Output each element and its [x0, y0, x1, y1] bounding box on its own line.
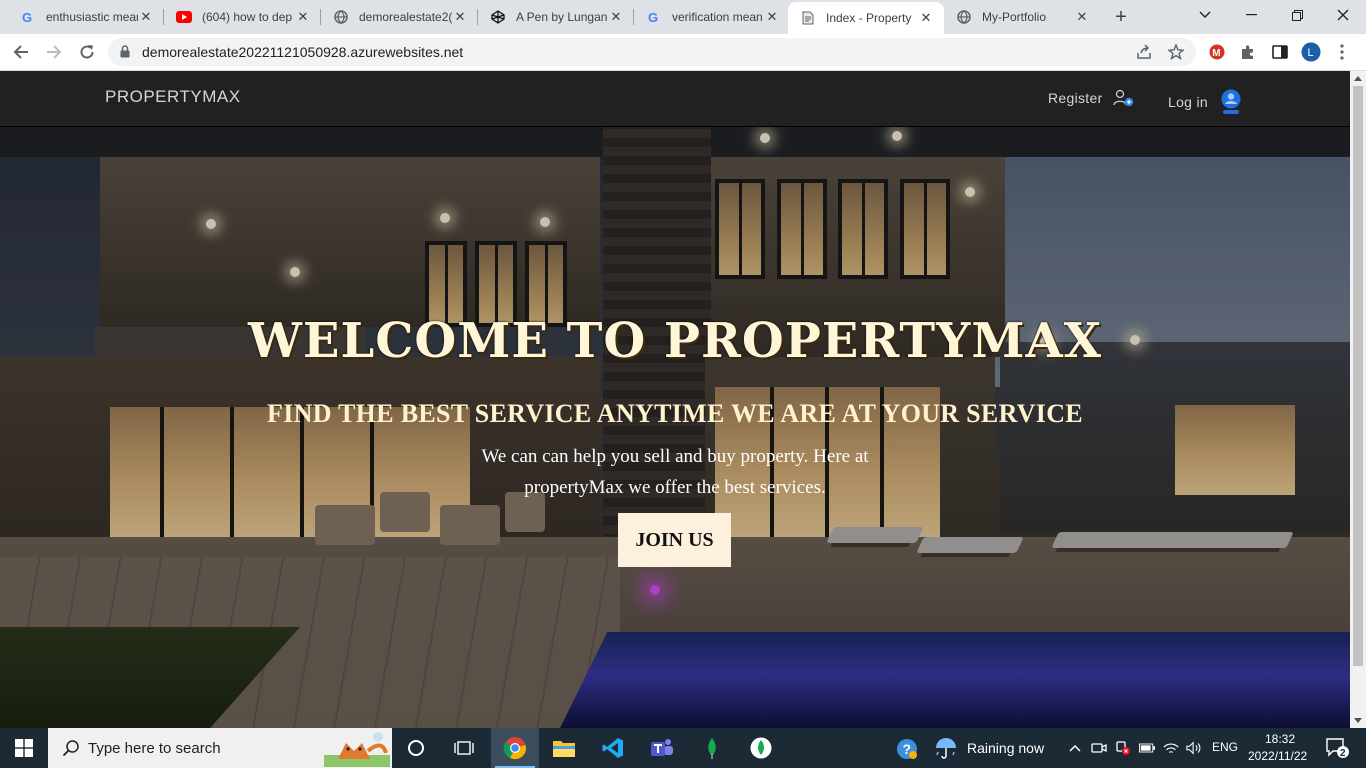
browser-tab[interactable]: My-Portfolio ✕: [944, 0, 1100, 34]
google-icon: G: [20, 9, 36, 25]
google-icon: G: [646, 9, 662, 25]
globe-icon: [956, 9, 972, 25]
forward-icon[interactable]: [42, 40, 66, 64]
browser-toolbar: demorealestate20221121050928.azurewebsit…: [0, 34, 1366, 71]
scroll-down-icon[interactable]: [1354, 718, 1362, 723]
wifi-icon[interactable]: [1163, 740, 1179, 756]
close-window-icon[interactable]: [1320, 0, 1366, 30]
reload-icon[interactable]: [75, 40, 99, 64]
share-icon[interactable]: [1135, 43, 1153, 61]
svg-text:G: G: [22, 10, 32, 24]
tab-title: My-Portfolio: [982, 10, 1047, 24]
codepen-icon: [490, 9, 506, 25]
add-user-icon: [1112, 89, 1135, 107]
close-icon[interactable]: ✕: [918, 10, 934, 26]
chevron-up-icon[interactable]: [1067, 740, 1083, 756]
tab-strip: G enthusiastic mean ✕ (604) how to dep ✕…: [0, 0, 1366, 34]
close-icon[interactable]: ✕: [452, 9, 468, 25]
language-indicator[interactable]: ENG: [1212, 740, 1238, 754]
close-icon[interactable]: ✕: [295, 9, 311, 25]
back-icon[interactable]: [9, 40, 33, 64]
scroll-up-icon[interactable]: [1354, 76, 1362, 81]
page-icon: [800, 10, 816, 26]
search-icon: [62, 739, 80, 761]
side-panel-icon[interactable]: [1270, 42, 1290, 62]
new-tab-button[interactable]: +: [1109, 5, 1133, 29]
bookmark-star-icon[interactable]: [1167, 43, 1185, 61]
close-icon[interactable]: ✕: [608, 9, 624, 25]
browser-tab[interactable]: G enthusiastic mean ✕: [8, 0, 164, 34]
tab-title: A Pen by Lungani: [516, 10, 608, 24]
youtube-icon: [176, 9, 192, 25]
cortana-icon[interactable]: [392, 728, 440, 768]
close-icon[interactable]: ✕: [764, 9, 780, 25]
site-navbar: PROPERTYMAX Register Log in: [0, 71, 1350, 127]
tab-title: demorealestate2(: [359, 10, 452, 24]
browser-tab[interactable]: demorealestate2( ✕: [321, 0, 478, 34]
hero-description: We can can help you sell and buy propert…: [481, 446, 869, 498]
windows-start-icon[interactable]: [0, 728, 48, 768]
page-viewport: PROPERTYMAX Register Log in WELCOME TO P…: [0, 71, 1350, 728]
notification-center-icon[interactable]: 2: [1324, 737, 1350, 759]
rain-weather-icon[interactable]: [934, 737, 958, 759]
site-brand[interactable]: PROPERTYMAX: [105, 87, 241, 107]
svg-text:2: 2: [1340, 748, 1346, 759]
hero-section: WELCOME TO PROPERTYMAX FIND THE BEST SER…: [0, 127, 1350, 728]
help-icon[interactable]: ?: [896, 738, 918, 760]
user-account-icon: [1220, 89, 1242, 115]
teams-icon[interactable]: [638, 728, 686, 768]
hero-subtitle: FIND THE BEST SERVICE ANYTIME WE ARE AT …: [267, 399, 1083, 428]
svg-text:L: L: [1308, 47, 1314, 59]
weather-text[interactable]: Raining now: [967, 740, 1044, 756]
hero-title: WELCOME TO PROPERTYMAX: [247, 313, 1103, 369]
register-label: Register: [1048, 90, 1103, 106]
minimize-icon[interactable]: [1228, 0, 1274, 30]
page-scrollbar[interactable]: [1350, 71, 1366, 728]
address-bar[interactable]: demorealestate20221121050928.azurewebsit…: [108, 38, 1196, 66]
chrome-menu-icon[interactable]: [1332, 42, 1352, 62]
browser-tab[interactable]: (604) how to dep ✕: [164, 0, 321, 34]
browser-tab-active[interactable]: Index - Property ✕: [788, 2, 944, 34]
extensions-puzzle-icon[interactable]: [1238, 42, 1258, 62]
taskbar-search[interactable]: Type here to search: [48, 728, 392, 768]
file-explorer-icon[interactable]: [540, 728, 588, 768]
restore-icon[interactable]: [1274, 0, 1320, 30]
tab-title: verification mean: [672, 10, 763, 24]
microphone-muted-icon[interactable]: [1115, 740, 1131, 756]
tab-search-icon[interactable]: [1182, 0, 1228, 30]
tab-title: (604) how to dep: [202, 10, 293, 24]
mongodb-compass-icon[interactable]: [688, 728, 736, 768]
mongodb-icon[interactable]: [737, 728, 785, 768]
battery-icon[interactable]: [1139, 740, 1155, 756]
tab-title: enthusiastic mean: [46, 10, 138, 24]
browser-tab[interactable]: G verification mean ✕: [634, 0, 790, 34]
windows-taskbar: Type here to search ? Raining now ENG 18…: [0, 728, 1366, 768]
extension-m-icon[interactable]: M: [1207, 42, 1227, 62]
vscode-icon[interactable]: [589, 728, 637, 768]
profile-avatar[interactable]: L: [1301, 42, 1321, 62]
tab-title: Index - Property: [826, 11, 912, 25]
join-us-button[interactable]: JOIN US: [618, 513, 731, 567]
meet-now-icon[interactable]: [1091, 740, 1107, 756]
search-highlight-fox-icon: [324, 731, 390, 768]
task-view-icon[interactable]: [440, 728, 488, 768]
clock-time[interactable]: 18:32: [1265, 732, 1295, 746]
volume-icon[interactable]: [1186, 740, 1202, 756]
scrollbar-thumb[interactable]: [1353, 86, 1363, 666]
close-icon[interactable]: ✕: [138, 9, 154, 25]
close-icon[interactable]: ✕: [1074, 9, 1090, 25]
login-label: Log in: [1168, 94, 1208, 110]
globe-icon: [333, 9, 349, 25]
svg-text:G: G: [648, 10, 658, 24]
search-placeholder: Type here to search: [88, 740, 221, 757]
clock-date[interactable]: 2022/11/22: [1248, 749, 1307, 763]
svg-text:M: M: [1212, 48, 1220, 59]
login-link[interactable]: Log in: [1168, 89, 1242, 115]
register-link[interactable]: Register: [1048, 89, 1135, 107]
lock-icon[interactable]: [120, 45, 130, 63]
chrome-taskbar-icon[interactable]: [491, 728, 539, 768]
browser-tab[interactable]: A Pen by Lungani ✕: [478, 0, 634, 34]
url-text[interactable]: demorealestate20221121050928.azurewebsit…: [142, 44, 463, 60]
